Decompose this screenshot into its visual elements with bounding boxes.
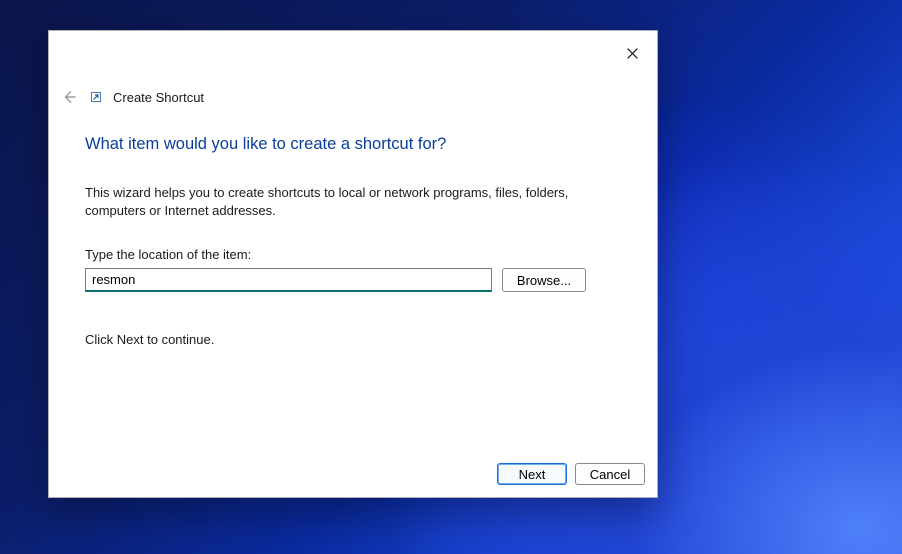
location-row: Browse... (85, 268, 621, 292)
page-heading: What item would you like to create a sho… (85, 135, 621, 154)
continue-hint: Click Next to continue. (85, 332, 621, 347)
location-label: Type the location of the item: (85, 247, 621, 262)
close-button[interactable] (609, 38, 655, 68)
wizard-title: Create Shortcut (113, 90, 204, 105)
location-input[interactable] (85, 268, 492, 292)
next-button[interactable]: Next (497, 463, 567, 485)
cancel-button[interactable]: Cancel (575, 463, 645, 485)
page-description: This wizard helps you to create shortcut… (85, 184, 605, 219)
wizard-header: Create Shortcut (49, 75, 657, 105)
titlebar (49, 31, 657, 75)
close-icon (627, 48, 638, 59)
dialog-footer: Next Cancel (49, 461, 657, 497)
back-button[interactable] (59, 87, 79, 107)
shortcut-arrow-icon (88, 89, 104, 105)
wizard-content: What item would you like to create a sho… (49, 105, 657, 347)
arrow-left-icon (62, 90, 76, 104)
browse-button[interactable]: Browse... (502, 268, 586, 292)
create-shortcut-dialog: Create Shortcut What item would you like… (48, 30, 658, 498)
